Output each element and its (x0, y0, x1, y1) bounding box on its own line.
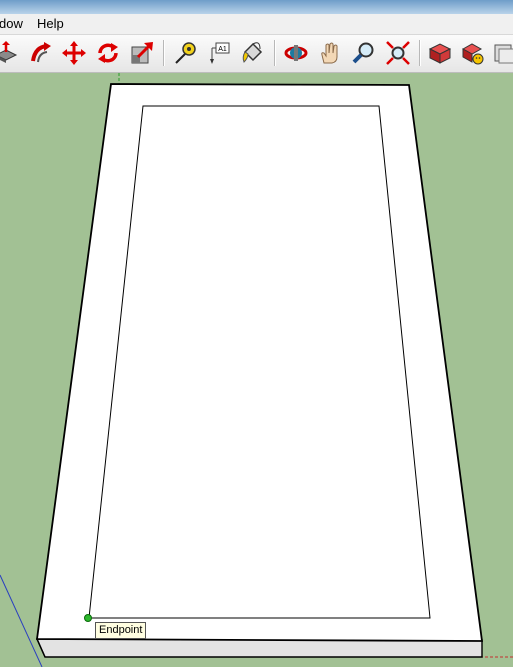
slab-front-face[interactable] (35, 638, 483, 658)
orbit-icon (284, 45, 308, 61)
pan-button[interactable] (316, 39, 344, 67)
menu-window[interactable]: dow (0, 16, 23, 32)
move-icon (62, 41, 86, 65)
move-button[interactable] (60, 39, 88, 67)
tape-measure-icon (175, 42, 196, 64)
inner-offset-face[interactable] (88, 105, 431, 619)
toolbar-separator (163, 40, 164, 66)
follow-me-button[interactable] (27, 39, 55, 67)
paint-bucket-button[interactable] (238, 39, 266, 67)
main-toolbar: A1 (0, 35, 513, 73)
menu-help[interactable]: Help (37, 16, 64, 32)
components-button[interactable] (491, 39, 513, 67)
zoom-extents-icon (386, 41, 410, 65)
text-icon: A1 (210, 42, 230, 64)
pan-icon (321, 42, 338, 64)
components-icon (494, 44, 513, 64)
materials-icon (461, 43, 484, 65)
scale-icon (131, 42, 153, 64)
tape-measure-button[interactable] (171, 39, 199, 67)
materials-button[interactable] (458, 39, 486, 67)
zoom-button[interactable] (350, 39, 378, 67)
zoom-extents-button[interactable] (384, 39, 412, 67)
toolbar-separator (419, 40, 420, 66)
toolbar-separator (274, 40, 275, 66)
push-pull-icon (0, 41, 18, 63)
camera-views-icon (428, 43, 452, 64)
scale-button[interactable] (128, 39, 156, 67)
zoom-icon (352, 42, 374, 64)
text-tool-label: A1 (218, 46, 227, 53)
rotate-button[interactable] (94, 39, 122, 67)
window-title-bar (0, 0, 513, 14)
modeling-viewport[interactable] (0, 73, 513, 667)
text-button[interactable]: A1 (205, 39, 233, 67)
menu-bar: dow Help (0, 14, 513, 35)
paint-bucket-icon (242, 42, 263, 63)
inference-tooltip: Endpoint (95, 622, 147, 639)
blue-axis-line (0, 574, 43, 667)
push-pull-button[interactable] (0, 39, 20, 67)
endpoint-inference-marker (84, 614, 92, 622)
follow-me-icon (31, 42, 51, 63)
viewport-scene (0, 73, 513, 667)
orbit-button[interactable] (282, 39, 310, 67)
rotate-icon (98, 43, 118, 63)
camera-views-button[interactable] (426, 39, 454, 67)
